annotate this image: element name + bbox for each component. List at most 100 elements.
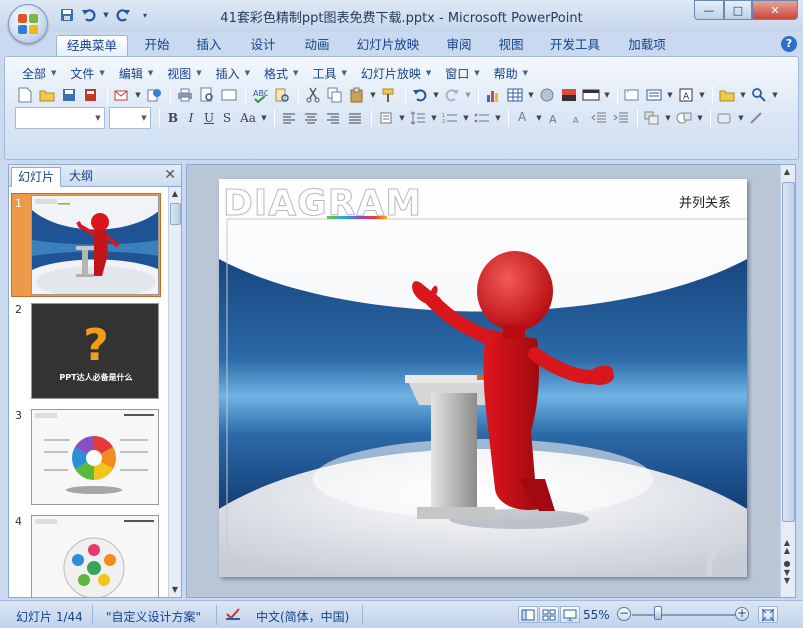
clip-art-icon[interactable] (537, 85, 557, 105)
chevron-down-icon[interactable]: ▼ (430, 108, 438, 128)
scroll-up-icon[interactable]: ▲ (781, 165, 793, 179)
publish-icon[interactable] (144, 85, 164, 105)
menu-help[interactable]: 帮助 ▼ (487, 65, 535, 81)
font-name-combo[interactable]: ▼ (15, 107, 105, 129)
help-icon[interactable]: ? (781, 36, 797, 52)
slide-layout-icon[interactable] (581, 85, 601, 105)
save-icon[interactable] (58, 7, 76, 23)
language-indicator[interactable]: 中文(简体，中国) (256, 608, 349, 625)
chevron-down-icon[interactable]: ▼ (102, 7, 110, 23)
font-size-combo[interactable]: ▼ (109, 107, 151, 129)
color-grayscale-icon[interactable] (559, 85, 579, 105)
align-left-icon[interactable] (279, 108, 299, 128)
menu-window[interactable]: 窗口 ▼ (438, 65, 486, 81)
tab-insert[interactable]: 插入 (188, 35, 230, 56)
chevron-down-icon[interactable]: ▼ (739, 85, 747, 105)
font-color-icon[interactable]: A (513, 108, 533, 128)
slide-thumbnail-4[interactable]: 4 (9, 511, 169, 597)
previous-slide-icon[interactable]: ▲ ▲ (781, 539, 793, 555)
email-icon[interactable] (112, 85, 132, 105)
chevron-down-icon[interactable]: ▼ (134, 85, 142, 105)
close-button[interactable]: ✕ (752, 0, 798, 20)
chevron-down-icon[interactable]: ▼ (666, 85, 674, 105)
tab-outline[interactable]: 大纲 (63, 167, 99, 187)
underline-button[interactable]: U (200, 108, 218, 128)
slide-sorter-button[interactable] (539, 606, 559, 623)
menu-slideshow[interactable]: 幻灯片放映 ▼ (354, 65, 438, 81)
undo-icon[interactable] (410, 85, 430, 105)
zoom-slider-track[interactable] (632, 614, 736, 616)
slide-view-icon[interactable] (219, 85, 239, 105)
print-preview-icon[interactable] (197, 85, 217, 105)
close-icon[interactable]: ✕ (164, 167, 176, 183)
cut-icon[interactable] (303, 85, 323, 105)
menu-all[interactable]: 全部 ▼ (15, 65, 63, 81)
chevron-down-icon[interactable]: ▼ (535, 108, 543, 128)
paste-icon[interactable] (347, 85, 367, 105)
minimize-button[interactable]: — (694, 0, 724, 20)
slide-thumbnail-3[interactable]: 3 (9, 405, 169, 511)
menu-tools[interactable]: 工具 ▼ (305, 65, 353, 81)
menu-insert[interactable]: 插入 ▼ (209, 65, 257, 81)
align-center-icon[interactable] (301, 108, 321, 128)
customize-icon[interactable]: ▾ (136, 7, 154, 23)
bold-button[interactable]: B (164, 108, 182, 128)
panel-scrollbar[interactable]: ▲ ▼ (168, 187, 181, 597)
chevron-down-icon[interactable]: ▼ (260, 108, 268, 128)
research-icon[interactable] (272, 85, 292, 105)
slide-scrollbar[interactable]: ▲ ▲ ▲ ● ▼ ▼ (780, 165, 795, 597)
redo-icon[interactable] (114, 7, 132, 23)
slide-thumbnail-2[interactable]: 2 ? PPT达人必备是什么 (9, 299, 169, 405)
grow-font-icon[interactable]: A (545, 108, 565, 128)
folder-icon[interactable] (717, 85, 737, 105)
chevron-down-icon[interactable]: ▼ (698, 85, 706, 105)
maximize-button[interactable]: □ (724, 0, 752, 20)
zoom-out-button[interactable]: − (617, 607, 631, 621)
tab-slideshow[interactable]: 幻灯片放映 (350, 35, 426, 56)
line-spacing-icon[interactable] (408, 108, 428, 128)
scroll-up-icon[interactable]: ▲ (169, 187, 181, 201)
decrease-indent-icon[interactable] (589, 108, 609, 128)
new-slide-icon[interactable] (622, 85, 642, 105)
slideshow-button[interactable] (560, 606, 580, 623)
increase-indent-icon[interactable] (611, 108, 631, 128)
chevron-down-icon[interactable]: ▼ (664, 108, 672, 128)
italic-button[interactable]: I (182, 108, 200, 128)
menu-view[interactable]: 视图 ▼ (160, 65, 208, 81)
insert-chart-icon[interactable] (483, 85, 503, 105)
shape-fill-icon[interactable] (715, 108, 735, 128)
normal-view-button[interactable] (518, 606, 538, 623)
change-case-button[interactable]: Aa (236, 108, 260, 128)
menu-format[interactable]: 格式 ▼ (257, 65, 305, 81)
align-right-icon[interactable] (323, 108, 343, 128)
chevron-down-icon[interactable]: ▼ (432, 85, 440, 105)
chevron-down-icon[interactable]: ▼ (737, 108, 745, 128)
menu-edit[interactable]: 编辑 ▼ (112, 65, 160, 81)
tab-view[interactable]: 视图 (490, 35, 532, 56)
shadow-button[interactable]: S (218, 108, 236, 128)
chevron-down-icon[interactable]: ▼ (527, 85, 535, 105)
office-button[interactable] (8, 4, 48, 44)
theme-name[interactable]: "自定义设计方案" (106, 608, 201, 625)
chevron-down-icon[interactable]: ▼ (398, 108, 406, 128)
spell-check-icon[interactable] (224, 606, 242, 625)
menu-file[interactable]: 文件 ▼ (63, 65, 111, 81)
tab-animation[interactable]: 动画 (296, 35, 338, 56)
zoom-slider-thumb[interactable] (654, 606, 662, 620)
slide-thumbnail-1[interactable]: 1 (9, 193, 169, 299)
open-folder-icon[interactable] (37, 85, 57, 105)
zoom-level[interactable]: 55% (583, 608, 610, 622)
format-painter-icon[interactable] (379, 85, 399, 105)
tab-home[interactable]: 开始 (136, 35, 178, 56)
spelling-icon[interactable]: ABC (250, 85, 270, 105)
copy-icon[interactable] (325, 85, 345, 105)
tab-design[interactable]: 设计 (242, 35, 284, 56)
redo-icon[interactable] (442, 85, 462, 105)
shapes-icon[interactable] (674, 108, 694, 128)
scroll-down-icon[interactable]: ▼ (169, 583, 181, 597)
chevron-down-icon[interactable]: ▼ (369, 85, 377, 105)
print-icon[interactable] (175, 85, 195, 105)
tab-classic-menu[interactable]: 经典菜单 (56, 35, 128, 56)
arrange-icon[interactable] (642, 108, 662, 128)
new-file-icon[interactable] (15, 85, 35, 105)
